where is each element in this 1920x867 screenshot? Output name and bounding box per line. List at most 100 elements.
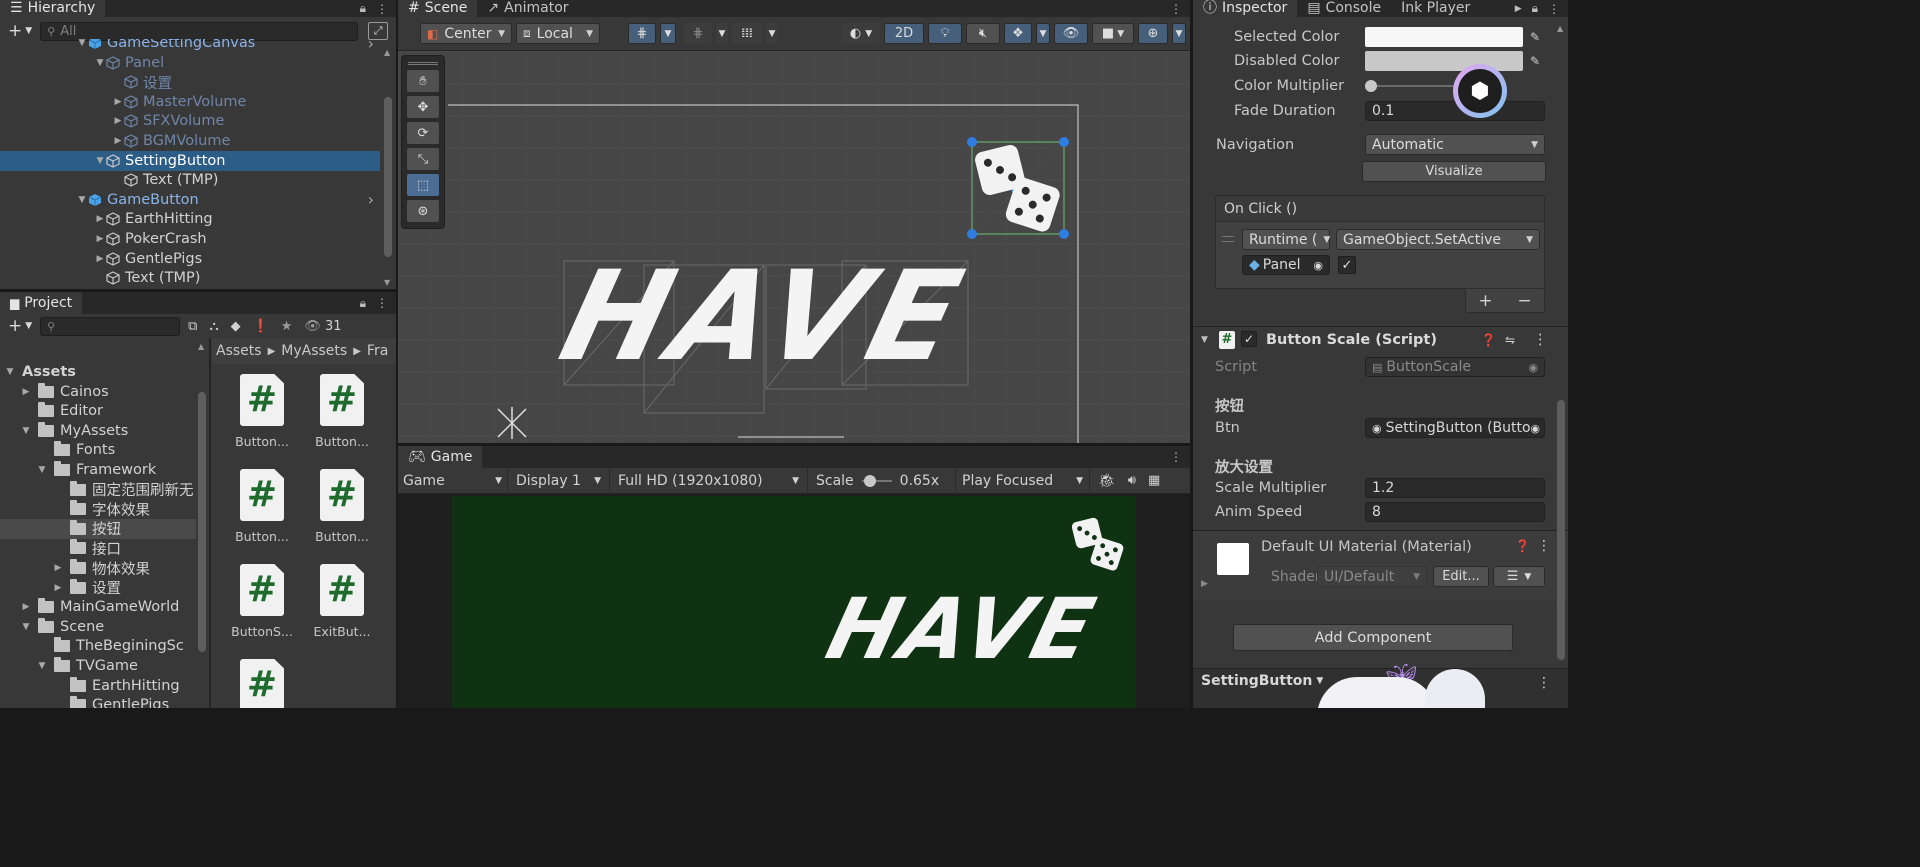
scene-visibility-toggle[interactable]: 👁︎ (1054, 23, 1088, 44)
hierarchy-item[interactable]: ▶ PokerCrash (0, 229, 380, 249)
create-plus-button[interactable]: + ▼ (4, 21, 36, 41)
foldout-arrow-icon[interactable]: ▼ (1201, 335, 1208, 345)
kebab-menu-icon[interactable]: ⋮ (1170, 450, 1182, 464)
help-icon[interactable]: ❓ (1515, 539, 1530, 553)
scale-tool-button[interactable]: ⤡ (406, 147, 440, 171)
camera-dropdown[interactable]: ■ ▼ (1092, 23, 1134, 44)
kebab-menu-icon[interactable]: ⋮ (1533, 332, 1548, 348)
prefab-open-chevron-icon[interactable]: › (368, 190, 374, 209)
game-view-dropdown[interactable]: Game ▼ (398, 467, 508, 494)
stats-grid-icon[interactable]: ▦ (1148, 473, 1160, 488)
project-folder-item[interactable]: TheBeginingSc (0, 636, 196, 656)
object-picker-icon[interactable]: ◉ (1530, 421, 1540, 435)
lock-icon[interactable]: 🔒︎ (360, 1, 366, 16)
tab-animator[interactable]: ↗ Animator (477, 0, 578, 17)
target-object-field[interactable]: ◆ Panel ◉ (1242, 255, 1330, 275)
project-folder-item[interactable]: 按钮 (0, 518, 196, 539)
tab-game[interactable]: 🎮︎ Game (398, 446, 483, 468)
move-tool-button[interactable]: ✥ (406, 95, 440, 119)
foldout-expanded-icon[interactable]: ▼ (76, 195, 88, 205)
foldout-expanded-icon[interactable]: ▼ (76, 39, 88, 48)
btn-object-field[interactable]: ◉ SettingButton (Butto ◉ (1365, 418, 1545, 438)
bug-icon[interactable]: 🐞︎ (1098, 473, 1116, 489)
tab-scene[interactable]: # Scene (398, 0, 478, 17)
project-search-input[interactable]: ⚲ (40, 316, 181, 336)
favorite-star-icon[interactable]: ★ (281, 319, 293, 334)
ruler-toggle[interactable]: 𝍖 (732, 23, 762, 44)
grid-snap-toggle[interactable]: ⋕ (628, 23, 656, 44)
setactive-checkbox[interactable]: ✓ (1338, 256, 1356, 274)
foldout-expanded-icon[interactable]: ▼ (4, 367, 16, 377)
add-event-button[interactable]: + (1478, 291, 1492, 311)
foldout-expanded-icon[interactable]: ▼ (20, 622, 32, 632)
asset-item[interactable]: # Button... (224, 374, 300, 464)
hierarchy-item[interactable]: ▼ GameButton › (0, 190, 380, 210)
hierarchy-item[interactable]: ▼ GameSettingCanvas › (0, 39, 380, 53)
eyedropper-icon[interactable]: ✎ (1530, 30, 1540, 44)
hierarchy-item[interactable]: ▶ GentlePigs (0, 249, 380, 269)
remove-event-button[interactable]: − (1517, 291, 1531, 311)
lighting-toggle[interactable]: 💡︎ (928, 23, 962, 44)
hidden-eye-icon[interactable]: 👁︎ (304, 319, 321, 334)
project-folder-item[interactable]: ▼ Assets (0, 362, 196, 382)
foldout-collapsed-icon[interactable]: ▶ (94, 214, 106, 224)
object-picker-icon[interactable]: ◉ (1313, 259, 1323, 272)
effects-toggle[interactable]: ❖ (1004, 23, 1032, 44)
search-by-label-icon[interactable]: ⛬ (209, 319, 218, 334)
hierarchy-item[interactable]: Text (TMP) (0, 170, 380, 190)
assistant-badge-icon[interactable]: ⬢ (1453, 64, 1507, 118)
foldout-collapsed-icon[interactable]: ▶ (52, 563, 64, 573)
foldout-collapsed-icon[interactable]: ▶ (112, 136, 124, 146)
increment-snap-toggle[interactable]: ⋕ (684, 23, 712, 44)
button-scale-header[interactable]: ▼ # ✓ Button Scale (Script) ❓ ⇋ ⋮ (1193, 328, 1568, 352)
asset-item[interactable]: # (224, 659, 300, 708)
rotate-tool-button[interactable]: ⟳ (406, 121, 440, 145)
asset-item[interactable]: # Button... (304, 374, 380, 464)
effects-dropdown[interactable]: ▼ (1036, 23, 1050, 44)
color-multiplier-knob[interactable] (1365, 80, 1377, 92)
kebab-menu-icon[interactable]: ⋮ (376, 2, 388, 16)
help-icon[interactable]: ❓ (1481, 333, 1496, 347)
draw-mode-dropdown[interactable]: ◐ ▼ (842, 23, 880, 44)
foldout-expanded-icon[interactable]: ▼ (36, 661, 48, 671)
anim-speed-field[interactable]: 8 (1365, 502, 1545, 522)
asset-item[interactable]: # ExitBut... (304, 564, 380, 654)
grid-snap-dropdown[interactable]: ▼ (660, 23, 676, 44)
hierarchy-item[interactable]: ▶ BGMVolume (0, 131, 380, 151)
navigation-dropdown[interactable]: Automatic ▼ (1365, 134, 1545, 155)
hierarchy-item[interactable]: ▶ SFXVolume (0, 111, 380, 131)
foldout-expanded-icon[interactable]: ▼ (36, 465, 48, 475)
kebab-menu-icon[interactable]: ⋮ (376, 296, 388, 310)
project-folder-item[interactable]: 接口 (0, 538, 196, 558)
game-viewport[interactable]: HAVE (452, 496, 1136, 708)
project-tree-scrollbar[interactable]: ▲ (196, 340, 208, 708)
preview-object-dropdown[interactable]: SettingButton ▼ (1201, 673, 1323, 689)
hierarchy-item[interactable]: ▶ MasterVolume (0, 92, 380, 112)
project-folder-item[interactable]: Editor (0, 401, 196, 421)
project-folder-item[interactable]: ▼ Framework (0, 460, 196, 480)
disabled-color-swatch[interactable] (1365, 51, 1523, 71)
foldout-collapsed-icon[interactable]: ▶ (94, 254, 106, 264)
drag-handle-icon[interactable] (1222, 236, 1234, 242)
tab-hierarchy[interactable]: ☰ Hierarchy (0, 0, 106, 17)
hierarchy-item[interactable]: ▶ EarthHitting (0, 209, 380, 229)
selected-color-swatch[interactable] (1365, 27, 1523, 47)
edit-shader-button[interactable]: Edit... (1433, 566, 1489, 587)
create-plus-button[interactable]: + ▼ (4, 316, 36, 336)
mode-2d-toggle[interactable]: 2D (884, 23, 924, 44)
project-folder-item[interactable]: ▼ Scene (0, 617, 196, 637)
project-folder-item[interactable]: GentlePigs (0, 695, 196, 708)
scale-slider[interactable] (861, 474, 892, 488)
hierarchy-scrollbar[interactable]: ▲ ▼ (383, 42, 393, 289)
tab-overflow-icon[interactable]: ▶ (1515, 4, 1522, 14)
component-enabled-checkbox[interactable]: ✓ (1241, 331, 1257, 347)
resolution-dropdown[interactable]: Full HD (1920x1080) ▼ (610, 467, 808, 494)
gizmos-dropdown[interactable]: ▼ (1172, 23, 1186, 44)
project-folder-item[interactable]: EarthHitting (0, 676, 196, 696)
hierarchy-item[interactable]: 设置 (0, 72, 380, 92)
gizmos-toggle[interactable]: ⊕ (1138, 23, 1168, 44)
project-folder-item[interactable]: ▶ 设置 (0, 578, 196, 598)
foldout-collapsed-icon[interactable]: ▶ (112, 97, 124, 107)
pivot-center-dropdown[interactable]: ◧ Center ▼ (420, 23, 512, 44)
foldout-collapsed-icon[interactable]: ▶ (52, 583, 64, 593)
